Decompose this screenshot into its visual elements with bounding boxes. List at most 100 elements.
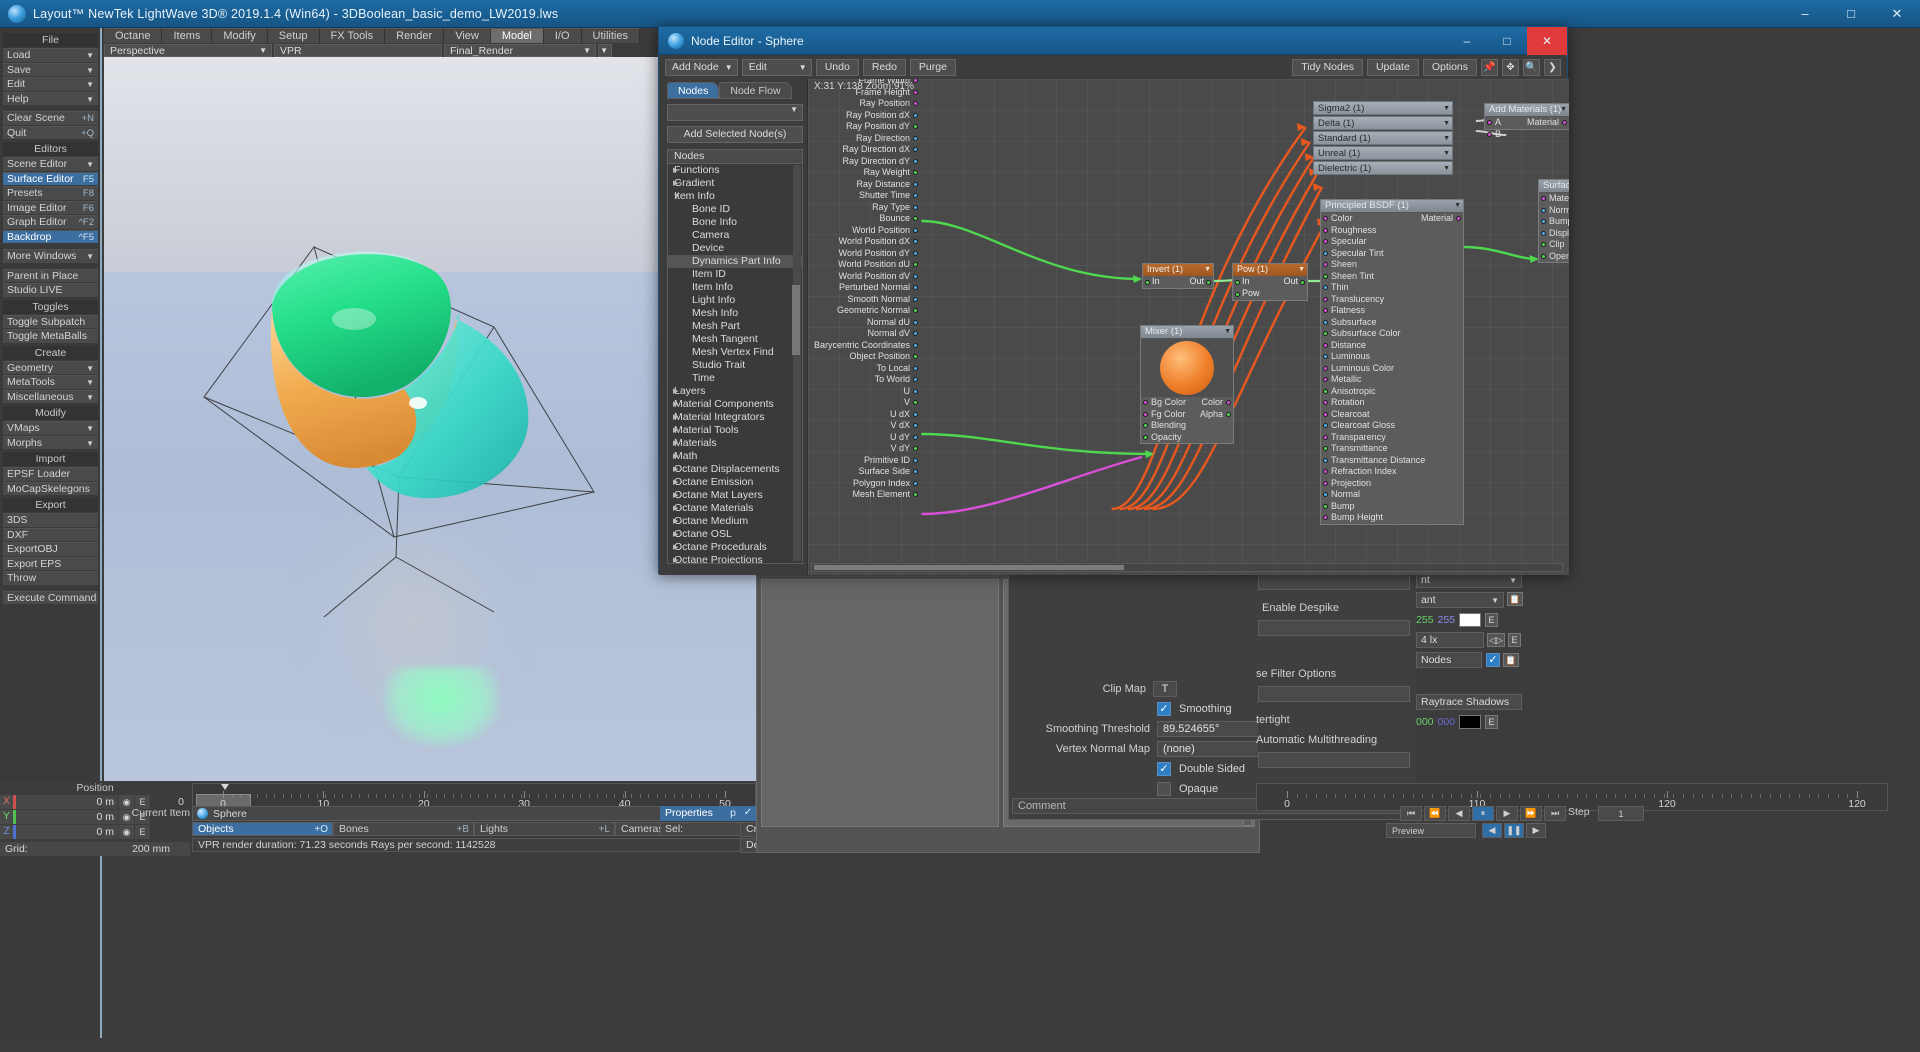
item-info-output-35[interactable]: Polygon Index (808, 478, 920, 490)
preview-list-area[interactable] (761, 579, 999, 827)
item-info-output-33[interactable]: Primitive ID (808, 455, 920, 467)
menu-tab-modify[interactable]: Modify (212, 28, 268, 43)
pbsdf-input-subsurface[interactable]: Subsurface (1321, 317, 1463, 329)
port-dot[interactable] (913, 480, 918, 486)
port-dot[interactable] (913, 319, 918, 325)
tree-scrollbar-track[interactable] (792, 165, 801, 561)
port-dot[interactable] (1323, 423, 1328, 428)
add-materials-input-b[interactable]: B (1485, 129, 1569, 141)
port-dot[interactable] (1145, 280, 1150, 285)
color-envelope-button[interactable]: E (1485, 613, 1499, 627)
item-info-output-23[interactable]: Barycentric Coordinates (808, 340, 920, 352)
chevron-right-icon[interactable]: ▶ (673, 385, 678, 398)
port-dot[interactable] (1323, 469, 1328, 474)
chevron-right-icon[interactable]: ▶ (673, 437, 678, 450)
chevron-right-icon[interactable]: ▶ (673, 541, 678, 554)
pbsdf-input-refraction-index[interactable]: Refraction Index (1321, 466, 1463, 478)
port-dot[interactable] (913, 124, 918, 129)
pbsdf-input-specular[interactable]: Specular (1321, 236, 1463, 248)
preview-pause-button[interactable]: ❚❚ (1504, 823, 1524, 838)
port-dot[interactable] (913, 308, 918, 313)
port-dot[interactable] (913, 446, 918, 451)
tree-item-octane-materials[interactable]: ▶ Octane Materials (668, 502, 802, 515)
left-panel-item-throw[interactable]: Throw (3, 571, 98, 585)
tidy-nodes-button[interactable]: Tidy Nodes (1292, 58, 1363, 76)
port-dot[interactable] (913, 423, 918, 428)
port-dot[interactable] (913, 400, 918, 405)
left-panel-item-quit[interactable]: Quit +Q (3, 125, 98, 139)
port-dot[interactable] (1323, 388, 1328, 394)
chevron-right-icon[interactable]: ▶ (673, 424, 678, 437)
node-category-tree[interactable]: ▶ Functions ▶ Gradient ▼ Item Info Bone ID Bone… (667, 164, 803, 564)
node-search-input[interactable]: ▼ (667, 104, 803, 121)
left-panel-item-backdrop[interactable]: Backdrop ^F5 (3, 229, 98, 243)
render-field-2[interactable] (1258, 620, 1410, 636)
left-panel-item-metatools[interactable]: MetaTools ▼ (3, 375, 98, 389)
left-panel-item-3ds[interactable]: 3DS (3, 513, 98, 527)
tree-item-octane-osl[interactable]: ▶ Octane OSL (668, 528, 802, 541)
port-dot[interactable] (913, 147, 918, 152)
port-dot[interactable] (913, 250, 918, 256)
pbsdf-input-bump-height[interactable]: Bump Height (1321, 512, 1463, 524)
position-value-x[interactable]: 0 m (16, 795, 118, 809)
left-panel-item-help[interactable]: Help ▼ (3, 91, 98, 105)
port-dot[interactable] (1323, 446, 1328, 451)
item-info-output-5[interactable]: Ray Direction (808, 133, 920, 145)
item-info-output-28[interactable]: V (808, 397, 920, 409)
move-icon[interactable]: ✥ (1502, 58, 1519, 76)
falloff-dropdown[interactable]: ant ▼ (1416, 592, 1504, 608)
surface-node-header[interactable]: Surface ▼ (1539, 180, 1569, 193)
item-info-output-17[interactable]: World Position dV (808, 271, 920, 283)
graph-scrollbar-thumb[interactable] (814, 565, 1124, 570)
nodes-checkbox[interactable]: ✓ (1486, 653, 1500, 667)
surface-input-clip[interactable]: Clip (1539, 239, 1569, 251)
left-panel-item-studio-live[interactable]: Studio LIVE (3, 283, 98, 297)
pbsdf-input-subsurface-color[interactable]: Subsurface Color (1321, 328, 1463, 340)
chevron-right-icon[interactable]: ▶ (673, 528, 678, 541)
redo-button[interactable]: Redo (862, 58, 906, 76)
principled-bsdf-node[interactable]: Principled BSDF (1) ▼ Color Material Rou… (1320, 199, 1464, 525)
port-dot[interactable] (1323, 308, 1328, 313)
left-panel-item-surface-editor[interactable]: Surface Editor F5 (3, 171, 98, 185)
port-dot[interactable] (1562, 120, 1567, 125)
surface-input-material[interactable]: Material (1539, 193, 1569, 205)
port-dot[interactable] (1323, 285, 1328, 290)
chevron-down-icon[interactable]: ▼ (1454, 200, 1461, 212)
chevron-down-icon[interactable]: ▼ (1204, 264, 1211, 275)
left-panel-item-toggle-metaballs[interactable]: Toggle MetaBalls (3, 329, 98, 343)
tree-item-octane-emission[interactable]: ▶ Octane Emission (668, 476, 802, 489)
pow-node[interactable]: Pow (1) ▼ In Out Pow (1232, 263, 1308, 301)
port-dot[interactable] (1487, 131, 1492, 137)
item-info-output-27[interactable]: U (808, 386, 920, 398)
port-dot[interactable] (1300, 280, 1305, 285)
add-selected-nodes-button[interactable]: Add Selected Node(s) (667, 126, 803, 143)
search-icon[interactable]: 🔍 (1523, 58, 1540, 76)
port-dot[interactable] (1235, 280, 1240, 285)
port-dot[interactable] (1541, 253, 1546, 259)
invert-node[interactable]: Invert (1) ▼ In Out (1142, 263, 1214, 289)
chevron-down-icon[interactable]: ▼ (673, 190, 680, 203)
port-dot[interactable] (1323, 411, 1328, 417)
surface-input-bump[interactable]: Bump (1539, 216, 1569, 228)
chevron-right-icon[interactable]: ▶ (673, 463, 678, 476)
item-info-output-19[interactable]: Smooth Normal (808, 294, 920, 306)
port-dot[interactable] (913, 469, 918, 474)
pbsdf-input-distance[interactable]: Distance (1321, 340, 1463, 352)
transport-play-button[interactable]: ▶ (1496, 806, 1518, 821)
port-dot[interactable] (913, 296, 918, 302)
chevron-down-icon[interactable]: ▼ (1443, 117, 1450, 130)
pbsdf-input-roughness[interactable]: Roughness (1321, 225, 1463, 237)
tree-item-octane-displacements[interactable]: ▶ Octane Displacements (668, 463, 802, 476)
chevron-down-icon[interactable]: ▼ (1224, 326, 1231, 338)
tree-item-functions[interactable]: ▶ Functions (668, 164, 802, 177)
port-dot[interactable] (913, 434, 918, 440)
port-dot[interactable] (1323, 492, 1328, 497)
minimize-button[interactable]: – (1782, 0, 1828, 28)
pbsdf-input-color[interactable]: Color Material (1321, 213, 1463, 225)
preview-dropdown[interactable]: Preview (1386, 823, 1476, 838)
tree-item-octane-procedurals[interactable]: ▶ Octane Procedurals (668, 541, 802, 554)
chevron-right-icon[interactable]: ▶ (673, 398, 678, 411)
left-panel-item-load[interactable]: Load ▼ (3, 48, 98, 62)
update-button[interactable]: Update (1366, 58, 1419, 76)
mixer-row-blending[interactable]: Blending (1141, 420, 1233, 432)
